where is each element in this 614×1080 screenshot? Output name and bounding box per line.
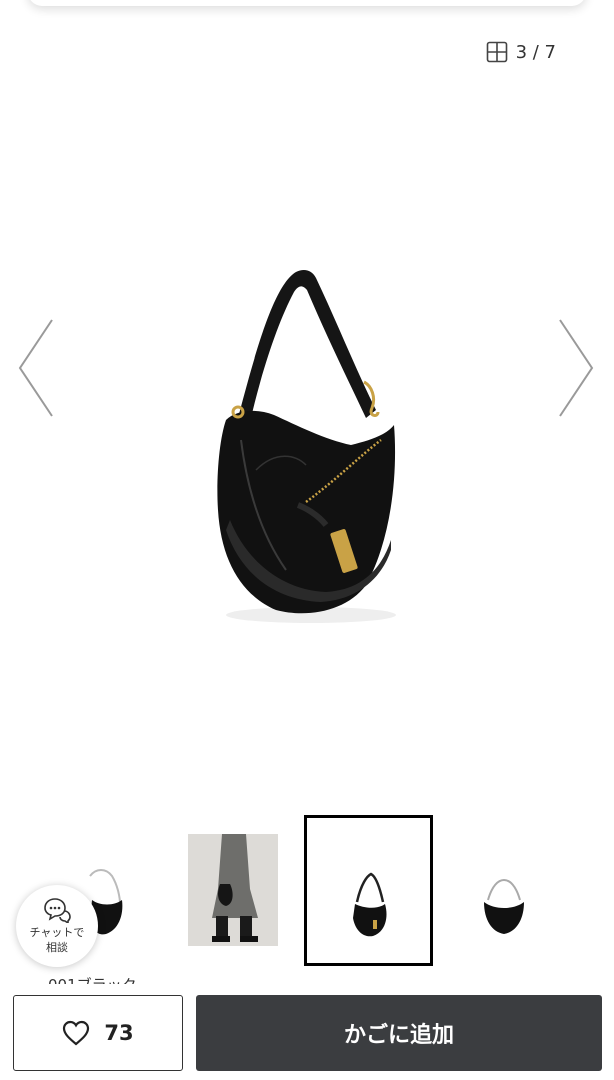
favorite-count: 73 [104,1021,134,1045]
thumbnail-model-worn[interactable] [188,834,278,946]
handbag-image [217,270,396,623]
model-photo-image [188,834,278,946]
chevron-right-icon [559,319,594,417]
favorite-button[interactable]: 73 [13,995,183,1071]
heart-icon [63,1020,90,1046]
image-counter[interactable]: 3 / 7 [486,40,556,64]
grid-icon [486,41,507,63]
chevron-left-icon [18,319,53,417]
handbag-thumbnail-image [353,872,387,937]
next-image-button[interactable] [556,318,596,418]
prev-image-button[interactable] [16,318,56,418]
main-product-image[interactable] [186,240,426,640]
add-to-cart-button[interactable]: かごに追加 [196,995,602,1071]
chat-consult-button[interactable]: チャットで 相談 [16,885,98,967]
image-counter-text: 3 / 7 [515,41,556,63]
chat-bubble-icon [44,898,71,923]
thumbnail-product-back[interactable] [458,860,548,950]
handbag-thumbnail-image [484,878,524,934]
top-header-edge [28,0,586,6]
chat-consult-label: チャットで 相談 [29,926,85,954]
thumbnail-product-angle-selected[interactable] [304,815,433,966]
